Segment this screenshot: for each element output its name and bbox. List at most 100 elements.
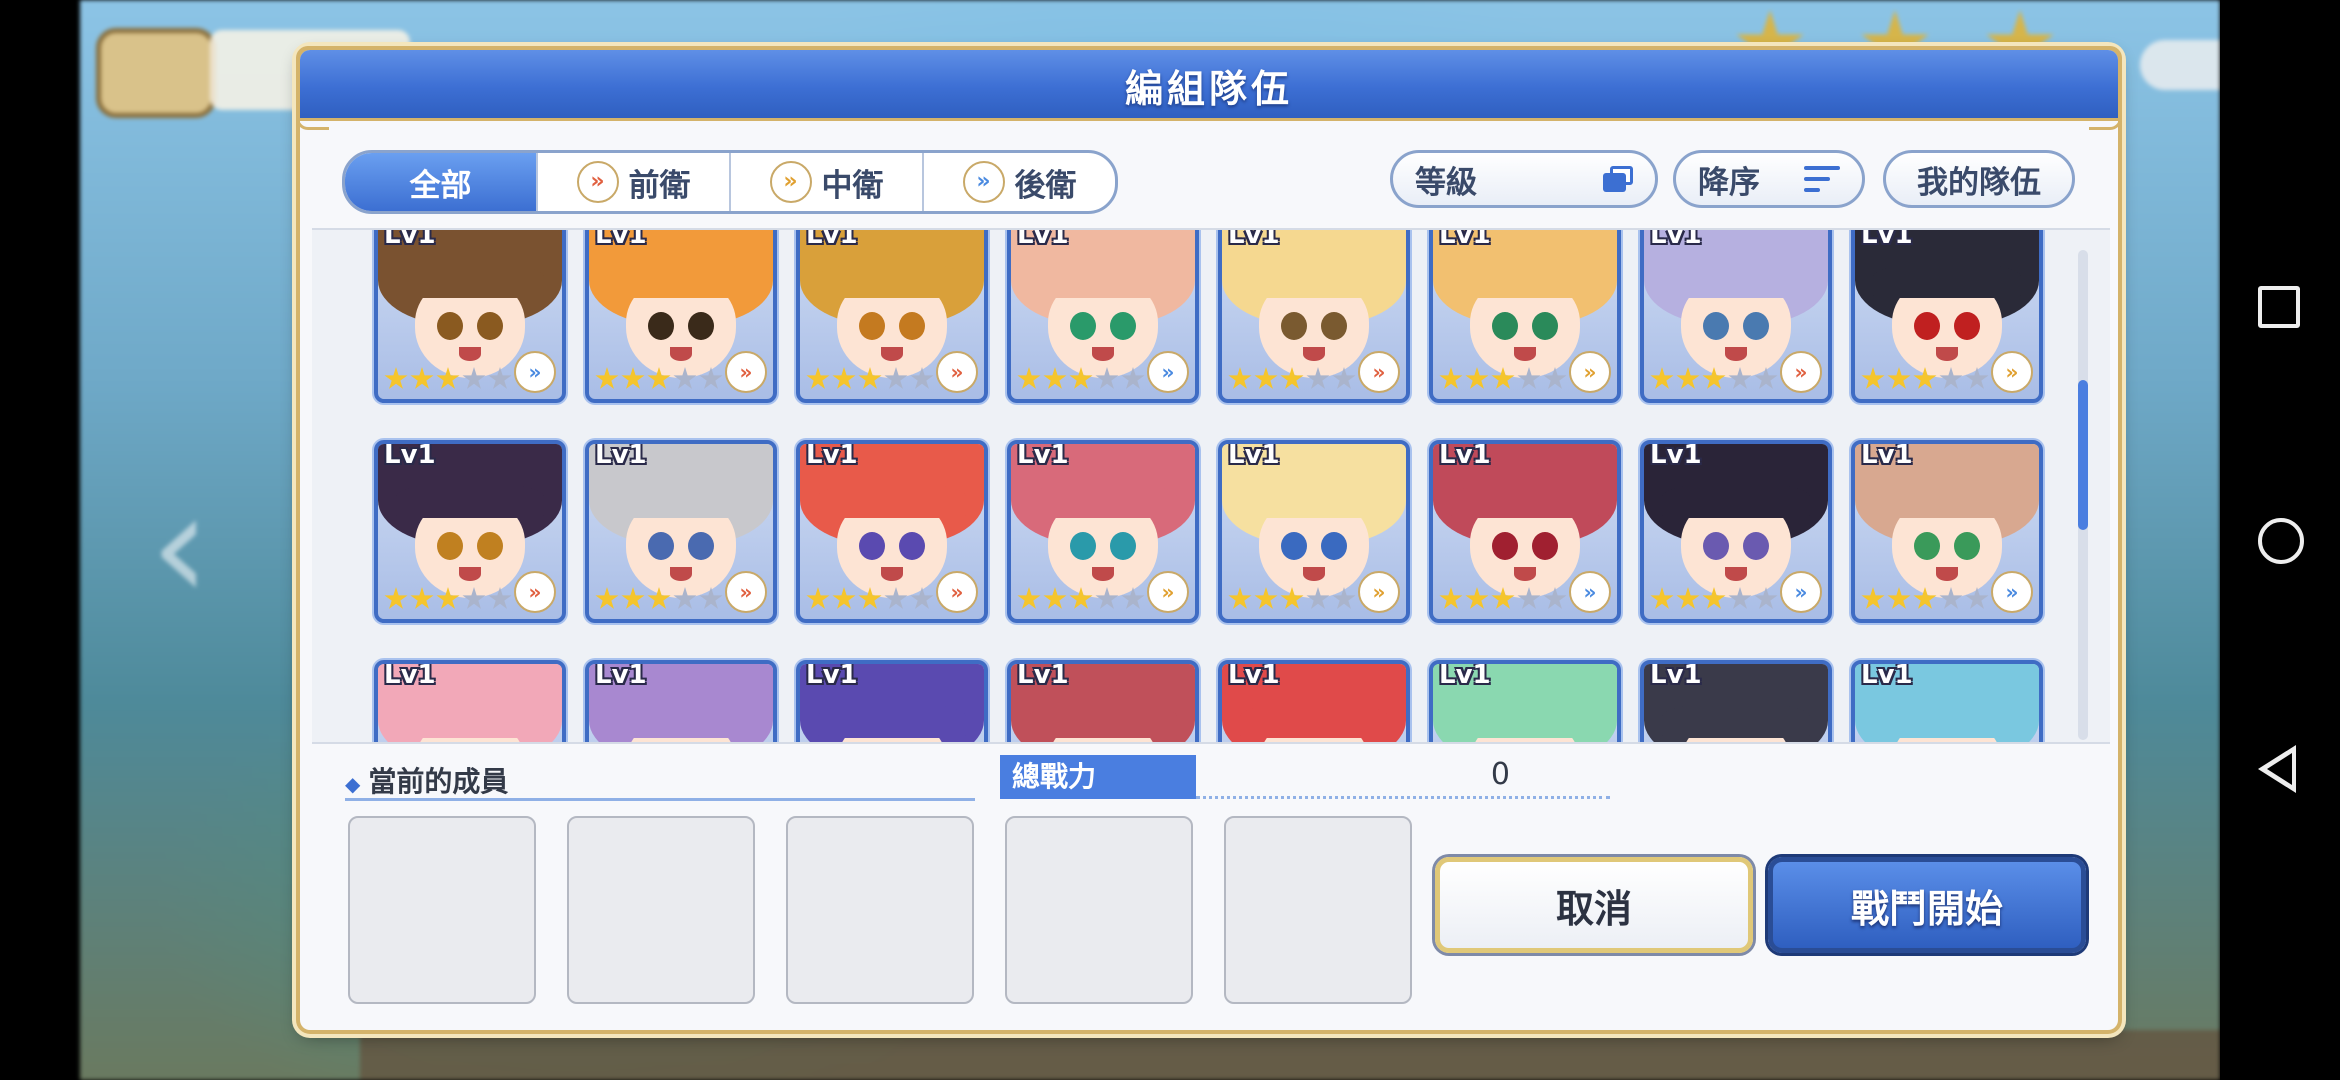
front-role-icon: » <box>1358 351 1400 393</box>
front-role-icon: » <box>725 351 767 393</box>
start-battle-button[interactable]: 戰鬥開始 <box>1768 857 2086 953</box>
portrait-eye <box>1069 531 1096 560</box>
character-card[interactable]: Lv1» <box>796 230 988 403</box>
star-icon <box>462 367 486 389</box>
portrait-bangs <box>396 482 544 518</box>
front-role-icon: » <box>1780 351 1822 393</box>
star-icon <box>858 587 882 609</box>
home-icon[interactable] <box>2258 518 2304 564</box>
character-card[interactable]: Lv1» <box>1640 230 1832 403</box>
back-role-icon: » <box>1569 571 1611 613</box>
portrait-mouth <box>1302 346 1326 361</box>
tab-all[interactable]: 全部 <box>345 153 536 211</box>
portrait-eye <box>1702 311 1729 340</box>
portrait-eye <box>1280 311 1307 340</box>
recent-apps-icon[interactable] <box>2258 286 2300 328</box>
member-slot[interactable] <box>567 816 755 1004</box>
star-icon <box>910 367 934 389</box>
sort-toggle-icon <box>1603 166 1633 192</box>
star-icon <box>806 367 830 389</box>
back-icon[interactable] <box>2258 745 2296 793</box>
member-slot[interactable] <box>348 816 536 1004</box>
my-team-label: 我的隊伍 <box>1917 164 2041 201</box>
star-icon <box>1439 587 1463 609</box>
tab-label: 全部 <box>409 167 472 204</box>
character-card[interactable]: Lv1» <box>1851 230 2043 403</box>
character-card[interactable]: Lv1» <box>1007 440 1199 623</box>
tab-label: 後衛 <box>1014 167 1077 204</box>
tab-front[interactable]: » 前衛 <box>536 153 729 211</box>
character-card[interactable]: Lv1» <box>1640 660 1832 742</box>
member-slot[interactable] <box>1224 816 1412 1004</box>
portrait-eye <box>477 311 504 340</box>
character-card[interactable]: Lv1» <box>1429 440 1621 623</box>
member-slot[interactable] <box>1005 816 1193 1004</box>
star-icon <box>1861 587 1885 609</box>
character-card[interactable]: Lv1» <box>1218 660 1410 742</box>
level-label: Lv1 <box>1017 660 1069 690</box>
portrait-eye <box>1069 311 1096 340</box>
character-card[interactable]: Lv1» <box>374 660 566 742</box>
portrait-eye <box>1743 311 1770 340</box>
tab-mid[interactable]: » 中衛 <box>729 153 922 211</box>
front-role-icon: » <box>576 161 619 203</box>
character-card[interactable]: Lv1» <box>1640 440 1832 623</box>
portrait-mouth <box>1513 566 1537 581</box>
back-role-icon: » <box>1147 351 1189 393</box>
my-team-button[interactable]: 我的隊伍 <box>1883 150 2075 208</box>
star-icon <box>1543 367 1567 389</box>
portrait-eye <box>436 311 463 340</box>
character-card[interactable]: Lv1» <box>796 660 988 742</box>
portrait-eye <box>1954 311 1981 340</box>
star-icon <box>1965 587 1989 609</box>
star-icon <box>832 367 856 389</box>
cancel-button[interactable]: 取消 <box>1435 857 1753 953</box>
character-card[interactable]: Lv1» <box>1429 230 1621 403</box>
roster-scrollbar[interactable] <box>2078 250 2088 740</box>
sort-by-level-button[interactable]: 等級 <box>1390 150 1658 208</box>
character-card[interactable]: Lv1» <box>1007 660 1199 742</box>
character-card[interactable]: Lv1» <box>585 660 777 742</box>
member-slot[interactable] <box>786 816 974 1004</box>
portrait-bangs <box>607 262 755 298</box>
star-icon <box>858 367 882 389</box>
star-icon <box>647 587 671 609</box>
character-card[interactable]: Lv1» <box>585 230 777 403</box>
star-icon <box>1121 367 1145 389</box>
star-rating <box>1861 587 1989 611</box>
portrait-eye <box>899 531 926 560</box>
character-card[interactable]: Lv1» <box>1218 440 1410 623</box>
character-card[interactable]: Lv1» <box>374 230 566 403</box>
star-icon <box>1121 587 1145 609</box>
star-icon <box>1254 587 1278 609</box>
character-card[interactable]: Lv1» <box>1851 660 2043 742</box>
star-rating <box>1228 587 1356 611</box>
character-card[interactable]: Lv1» <box>1007 230 1199 403</box>
portrait-bangs <box>396 262 544 298</box>
character-card[interactable]: Lv1» <box>374 440 566 623</box>
character-card[interactable]: Lv1» <box>1851 440 2043 623</box>
sort-order-button[interactable]: 降序 <box>1673 150 1865 208</box>
portrait-mouth <box>1724 346 1748 361</box>
dialog-header: 編組隊伍 <box>296 46 2122 130</box>
star-icon <box>384 587 408 609</box>
character-card[interactable]: Lv1» <box>585 440 777 623</box>
portrait-eye <box>1532 311 1559 340</box>
character-card[interactable]: Lv1» <box>1218 230 1410 403</box>
character-card[interactable]: Lv1» <box>796 440 988 623</box>
star-icon <box>1306 367 1330 389</box>
star-icon <box>1043 367 1067 389</box>
scrollbar-thumb[interactable] <box>2078 380 2088 530</box>
star-icon <box>410 587 434 609</box>
level-label: Lv1 <box>1439 660 1491 690</box>
portrait-eye <box>899 311 926 340</box>
character-roster[interactable]: Lv1 » Lv1 » Lv1 » Lv1 » Lv1 » Lv1 » Lv1 » Lv1 » Lv1 » Lv1 »… <box>312 228 2110 744</box>
star-rating <box>384 587 512 611</box>
position-filter-tabs: 全部 » 前衛 » 中衛 » 後衛 <box>342 150 1118 214</box>
star-icon <box>1043 587 1067 609</box>
tab-back[interactable]: » 後衛 <box>922 153 1115 211</box>
character-card[interactable]: Lv1» <box>1429 660 1621 742</box>
level-label: Lv1 <box>806 660 858 690</box>
star-icon <box>1017 367 1041 389</box>
portrait-bangs <box>1873 262 2021 298</box>
